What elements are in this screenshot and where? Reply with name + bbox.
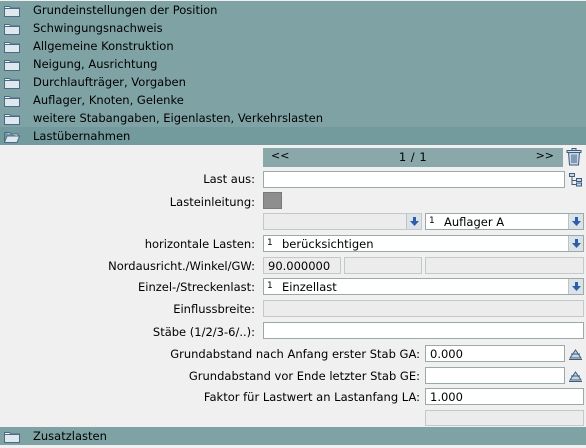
section-label: Schwingungsnachweis <box>33 21 163 35</box>
section-auflager[interactable]: Auflager, Knoten, Gelenke <box>0 91 586 109</box>
section-lastuebernahmen[interactable]: Lastübernahmen <box>0 127 586 145</box>
section-label: Durchlaufträger, Vorgaben <box>33 75 186 89</box>
section-grundeinstellungen[interactable]: Grundeinstellungen der Position <box>0 1 586 19</box>
last-aus-input[interactable] <box>263 171 565 188</box>
section-label: Zusatzlasten <box>33 429 107 443</box>
section-label: Grundeinstellungen der Position <box>33 3 218 17</box>
pager-bar: << 1 / 1 >> <box>263 148 563 167</box>
lasteinleitung-color-swatch[interactable] <box>263 192 282 209</box>
page-indicator: 1 / 1 <box>398 150 428 164</box>
gw-input[interactable] <box>425 257 584 274</box>
section-label: Auflager, Knoten, Gelenke <box>33 93 184 107</box>
auflager-select[interactable]: 1 Auflager A <box>425 213 584 230</box>
section-allgemeine-konstruktion[interactable]: Allgemeine Konstruktion <box>0 37 586 55</box>
einflussbreite-label: Einflussbreite: <box>173 302 255 316</box>
faktor-anfang-input[interactable]: 1.000 <box>425 388 584 405</box>
auflager-left-select[interactable] <box>263 213 422 230</box>
nordausrichtung-input[interactable]: 90.000000 <box>263 257 341 274</box>
nordausrichtung-label: Nordausricht./Winkel/GW: <box>108 259 255 273</box>
faktor-ende-input[interactable] <box>425 410 584 426</box>
grundabstand-ende-label: Grundabstand vor Ende letzter Stab GE: <box>188 369 420 383</box>
horizontale-lasten-label: horizontale Lasten: <box>144 237 255 251</box>
measure-icon[interactable] <box>568 346 583 361</box>
folder-icon <box>4 95 20 107</box>
folder-icon <box>4 77 20 89</box>
folder-icon <box>4 23 20 35</box>
faktor-anfang-label: Faktor für Lastwert an Lastanfang LA: <box>203 390 420 404</box>
chevron-down-icon[interactable] <box>568 214 583 229</box>
chevron-down-icon[interactable] <box>568 279 583 294</box>
section-label: Neigung, Ausrichtung <box>33 57 158 71</box>
staebe-label: Stäbe (1/2/3-6/..): <box>152 325 255 339</box>
folder-open-icon <box>4 131 20 143</box>
chevron-down-icon[interactable] <box>568 236 583 251</box>
measure-icon[interactable] <box>568 368 583 383</box>
lasteinleitung-label: Lasteinleitung: <box>169 195 255 209</box>
staebe-input[interactable] <box>263 322 584 339</box>
next-page-button[interactable]: >> <box>536 149 554 162</box>
folder-icon <box>4 5 20 17</box>
winkel-input[interactable] <box>344 257 422 274</box>
chevron-down-icon[interactable] <box>406 214 421 229</box>
trash-icon[interactable] <box>566 148 582 166</box>
folder-icon <box>4 41 20 53</box>
einzel-strecken-select[interactable]: 1 Einzellast <box>263 278 584 295</box>
section-neigung[interactable]: Neigung, Ausrichtung <box>0 55 586 73</box>
einzel-strecken-label: Einzel-/Streckenlast: <box>138 280 255 294</box>
folder-icon <box>4 431 20 443</box>
folder-icon <box>4 113 20 125</box>
section-durchlauftraeger[interactable]: Durchlaufträger, Vorgaben <box>0 73 586 91</box>
tree-select-icon[interactable] <box>568 172 583 187</box>
grundabstand-anfang-input[interactable]: 0.000 <box>425 345 565 362</box>
horizontale-lasten-select[interactable]: 1 berücksichtigen <box>263 235 584 252</box>
last-aus-label: Last aus: <box>203 172 255 186</box>
section-zusatzlasten[interactable]: Zusatzlasten <box>0 427 586 445</box>
grundabstand-ende-input[interactable] <box>425 367 565 384</box>
section-label: Lastübernahmen <box>33 129 131 143</box>
section-label: weitere Stabangaben, Eigenlasten, Verkeh… <box>33 111 324 125</box>
folder-icon <box>4 59 20 71</box>
grundabstand-anfang-label: Grundabstand nach Anfang erster Stab GA: <box>170 347 420 361</box>
section-schwingungsnachweis[interactable]: Schwingungsnachweis <box>0 19 586 37</box>
section-weitere-stabangaben[interactable]: weitere Stabangaben, Eigenlasten, Verkeh… <box>0 109 586 127</box>
einflussbreite-input[interactable] <box>263 300 584 317</box>
section-label: Allgemeine Konstruktion <box>33 39 174 53</box>
